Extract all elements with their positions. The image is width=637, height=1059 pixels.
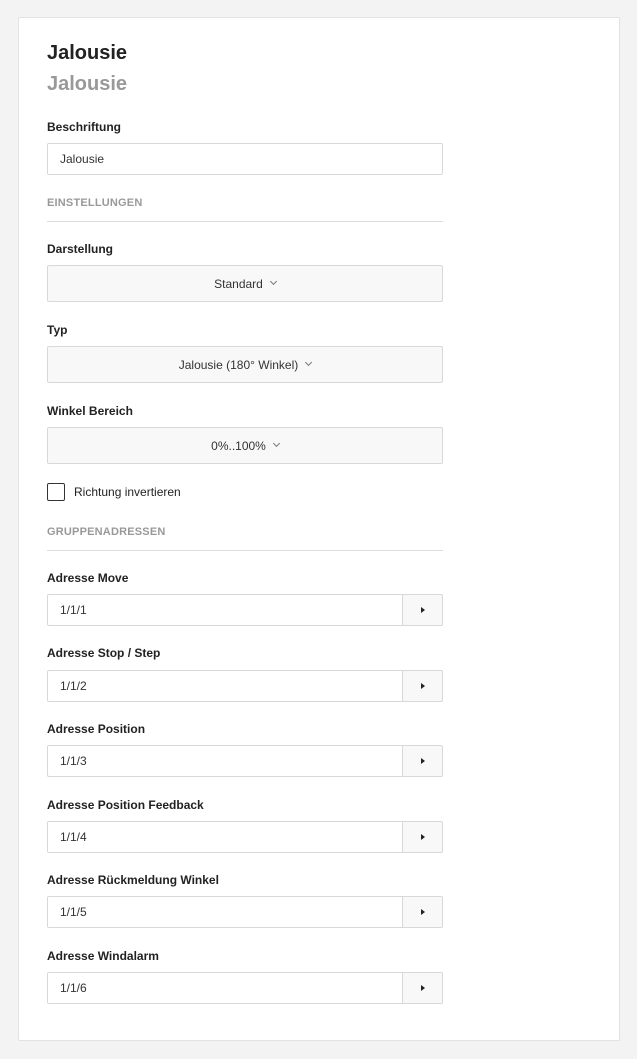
address-label: Adresse Move <box>47 571 129 585</box>
address-position-input[interactable] <box>47 745 402 777</box>
darstellung-value: Standard <box>214 276 263 291</box>
caret-right-icon <box>420 758 425 764</box>
address-label: Adresse Rückmeldung Winkel <box>47 873 219 887</box>
address-label: Adresse Position <box>47 722 146 736</box>
typ-label: Typ <box>47 323 68 337</box>
address-position-group <box>47 745 443 777</box>
darstellung-select[interactable]: Standard <box>47 265 443 302</box>
address-move-input[interactable] <box>47 594 402 626</box>
address-stop-step-group <box>47 670 443 702</box>
invert-direction-checkbox[interactable] <box>47 483 65 501</box>
typ-select[interactable]: Jalousie (180° Winkel) <box>47 346 443 383</box>
address-rueckmeldung-winkel-input[interactable] <box>47 896 402 928</box>
address-stop-step-input[interactable] <box>47 670 402 702</box>
address-position-feedback-input[interactable] <box>47 821 402 853</box>
address-windalarm-group <box>47 972 443 1004</box>
invert-direction-row[interactable]: Richtung invertieren <box>47 483 181 501</box>
section-einstellungen: EINSTELLUNGEN <box>47 197 143 209</box>
address-label: Adresse Stop / Step <box>47 646 161 660</box>
address-move-button[interactable] <box>402 594 443 626</box>
winkel-bereich-value: 0%..100% <box>211 438 266 453</box>
chevron-down-icon <box>305 358 313 367</box>
address-windalarm-button[interactable] <box>402 972 443 1004</box>
typ-value: Jalousie (180° Winkel) <box>178 357 299 372</box>
address-windalarm-input[interactable] <box>47 972 402 1004</box>
darstellung-label: Darstellung <box>47 242 114 256</box>
settings-card: Jalousie Jalousie Beschriftung EINSTELLU… <box>18 17 620 1041</box>
address-position-button[interactable] <box>402 745 443 777</box>
address-rueckmeldung-winkel-button[interactable] <box>402 896 443 928</box>
section-gruppenadressen: GRUPPENADRESSEN <box>47 526 166 538</box>
winkel-bereich-select[interactable]: 0%..100% <box>47 427 443 464</box>
caret-right-icon <box>420 607 425 613</box>
caret-right-icon <box>420 909 425 915</box>
winkel-bereich-label: Winkel Bereich <box>47 404 133 418</box>
address-rueckmeldung-winkel-group <box>47 896 443 928</box>
page-subtitle: Jalousie <box>47 73 128 95</box>
page-title: Jalousie <box>47 42 128 64</box>
chevron-down-icon <box>269 277 277 286</box>
section-divider <box>47 550 443 551</box>
address-label: Adresse Windalarm <box>47 949 159 963</box>
chevron-down-icon <box>272 439 280 448</box>
address-position-feedback-group <box>47 821 443 853</box>
beschriftung-label: Beschriftung <box>47 120 122 134</box>
beschriftung-input[interactable] <box>47 143 443 175</box>
caret-right-icon <box>420 985 425 991</box>
caret-right-icon <box>420 683 425 689</box>
address-stop-step-button[interactable] <box>402 670 443 702</box>
address-label: Adresse Position Feedback <box>47 798 204 812</box>
address-move-group <box>47 594 443 626</box>
section-divider <box>47 221 443 222</box>
invert-direction-label: Richtung invertieren <box>74 485 181 499</box>
caret-right-icon <box>420 834 425 840</box>
address-position-feedback-button[interactable] <box>402 821 443 853</box>
